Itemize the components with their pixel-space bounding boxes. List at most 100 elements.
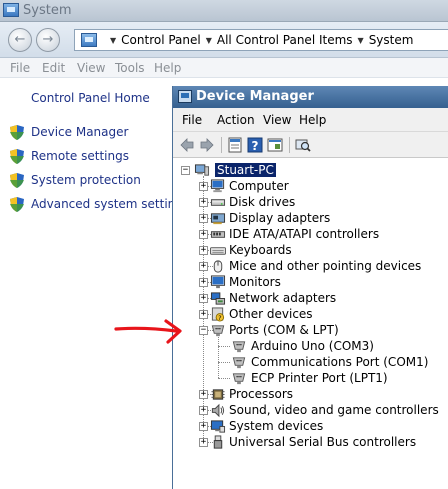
tree-category-item[interactable]: Disk drives <box>229 195 295 209</box>
dm-menu-help[interactable]: Help <box>299 113 326 127</box>
menu-edit[interactable]: Edit <box>42 61 65 75</box>
expand-toggle[interactable]: + <box>199 278 208 287</box>
menu-file[interactable]: File <box>10 61 30 75</box>
category-icon <box>210 419 226 434</box>
tree-category-item[interactable]: Other devices <box>229 307 313 321</box>
scan-hardware-icon[interactable] <box>295 137 311 153</box>
tree-category-item[interactable]: Processors <box>229 387 293 401</box>
category-icon <box>210 435 226 450</box>
tree-category-item[interactable]: Network adapters <box>229 291 336 305</box>
tree-children-line <box>218 334 219 378</box>
category-icon <box>210 259 226 274</box>
forward-arrow-icon: → <box>42 32 54 47</box>
expand-toggle[interactable]: + <box>199 406 208 415</box>
keyboard-icon <box>210 247 226 255</box>
uac-shield-icon <box>10 173 24 188</box>
tree-device-item[interactable]: Communications Port (COM1) <box>251 355 428 369</box>
breadcrumb-chevron-icon[interactable]: ▼ <box>206 36 212 45</box>
forward-icon[interactable] <box>199 137 215 153</box>
back-icon[interactable] <box>179 137 195 153</box>
task-advanced-system-settings-label: Advanced system settings <box>31 197 190 211</box>
tree-category-item[interactable]: System devices <box>229 419 323 433</box>
address-bar[interactable]: ▼ Control Panel ▼ All Control Panel Items ▼ S… <box>74 29 448 51</box>
ide-controller-icon <box>210 231 226 238</box>
category-icon <box>210 387 226 402</box>
menu-tools[interactable]: Tools <box>115 61 145 75</box>
expand-toggle[interactable]: + <box>199 262 208 271</box>
tree-device-item[interactable]: Arduino Uno (COM3) <box>251 339 374 353</box>
tree-branch-line <box>218 378 230 379</box>
breadcrumb-system[interactable]: System <box>369 33 414 47</box>
tree-category-item[interactable]: Keyboards <box>229 243 292 257</box>
tree-category-item[interactable]: IDE ATA/ATAPI controllers <box>229 227 379 241</box>
task-remote-settings-label: Remote settings <box>31 149 129 163</box>
port-device-icon <box>231 371 247 386</box>
breadcrumb-control-panel[interactable]: Control Panel <box>121 33 201 47</box>
tree-root-stuart-pc[interactable]: Stuart-PC <box>215 163 276 177</box>
expand-toggle[interactable]: + <box>199 246 208 255</box>
annotation-arrow-icon <box>114 319 182 344</box>
tree-branch-line <box>218 346 230 347</box>
breadcrumb-chevron-icon[interactable]: ▼ <box>358 36 364 45</box>
collapse-toggle[interactable]: − <box>199 326 208 335</box>
other-devices-icon: ? <box>211 307 225 322</box>
expand-toggle[interactable]: + <box>199 438 208 447</box>
expand-toggle[interactable]: + <box>199 230 208 239</box>
help-icon[interactable]: ? <box>247 137 263 153</box>
root-computer-icon <box>194 164 210 176</box>
dm-menu-action[interactable]: Action <box>217 113 255 127</box>
category-icon <box>210 211 226 226</box>
back-button[interactable]: ← <box>8 28 32 52</box>
tree-category-item[interactable]: Display adapters <box>229 211 330 225</box>
system-devices-icon <box>210 420 226 433</box>
expand-toggle[interactable]: + <box>199 390 208 399</box>
expand-toggle[interactable]: + <box>199 294 208 303</box>
port-child-icon <box>232 357 246 369</box>
port-device-icon <box>231 355 247 370</box>
port-child-icon <box>232 373 246 385</box>
category-icon <box>210 195 226 210</box>
port-device-icon <box>231 339 247 354</box>
tree-category-item[interactable]: Computer <box>229 179 289 193</box>
device-manager-menu-bar: File Action View Help <box>173 108 448 132</box>
show-hidden-icon[interactable] <box>267 137 283 153</box>
expand-toggle[interactable]: + <box>199 198 208 207</box>
breadcrumb-chevron-icon[interactable]: ▼ <box>110 36 116 45</box>
computer-icon <box>210 179 225 193</box>
tree-category-item[interactable]: Sound, video and game controllers <box>229 403 439 417</box>
port-child-icon <box>232 341 246 353</box>
collapse-root-toggle[interactable]: − <box>181 166 190 175</box>
task-device-manager-label: Device Manager <box>31 125 129 139</box>
display-adapter-icon <box>210 213 226 225</box>
tree-category-item[interactable]: Ports (COM & LPT) <box>229 323 339 337</box>
expand-toggle[interactable]: + <box>199 182 208 191</box>
system-navigation-bar: ← → ▼ Control Panel ▼ All Control Panel Ite… <box>0 22 448 58</box>
category-icon <box>210 227 226 242</box>
menu-view[interactable]: View <box>77 61 105 75</box>
device-manager-titlebar[interactable]: Device Manager <box>173 86 448 108</box>
toolbar-separator <box>289 137 290 153</box>
system-left-pane: Control Panel Home Device Manager Remote… <box>0 78 189 489</box>
properties-icon[interactable] <box>227 137 243 153</box>
expand-toggle[interactable]: + <box>199 214 208 223</box>
system-window-title: System <box>23 3 72 18</box>
tree-category-item[interactable]: Mice and other pointing devices <box>229 259 421 273</box>
dm-menu-view[interactable]: View <box>263 113 291 127</box>
system-window-titlebar: System <box>0 0 448 22</box>
root-node-icon <box>194 163 210 178</box>
tree-category-item[interactable]: Monitors <box>229 275 281 289</box>
expand-toggle[interactable]: + <box>199 310 208 319</box>
disk-drive-icon <box>210 199 226 206</box>
tree-device-item[interactable]: ECP Printer Port (LPT1) <box>251 371 388 385</box>
mouse-icon <box>213 260 223 273</box>
expand-toggle[interactable]: + <box>199 422 208 431</box>
control-panel-home-link[interactable]: Control Panel Home <box>31 91 150 105</box>
device-manager-icon <box>178 90 192 103</box>
category-icon <box>210 403 226 418</box>
forward-button[interactable]: → <box>36 28 60 52</box>
menu-help[interactable]: Help <box>154 61 181 75</box>
breadcrumb-all-items[interactable]: All Control Panel Items <box>217 33 353 47</box>
dm-menu-file[interactable]: File <box>182 113 202 127</box>
tree-category-item[interactable]: Universal Serial Bus controllers <box>229 435 416 449</box>
system-menu-bar: File Edit View Tools Help <box>0 58 448 78</box>
